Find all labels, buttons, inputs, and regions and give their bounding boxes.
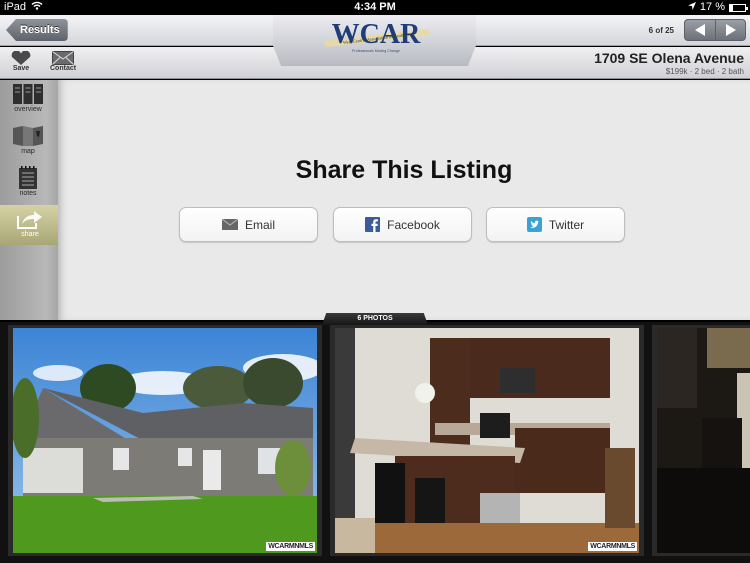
sidebar-item-share[interactable]: share <box>0 205 66 245</box>
twitter-icon <box>526 217 542 232</box>
logo-tagline: Professionals Moving Change <box>352 49 400 53</box>
share-icon <box>16 207 44 231</box>
status-bar: iPad 4:34 PM 17 % <box>0 0 750 15</box>
twitter-label: Twitter <box>548 217 585 232</box>
sidebar-label-share: share <box>21 231 39 238</box>
save-button[interactable]: Save <box>10 50 32 72</box>
battery-icon <box>729 3 748 12</box>
overview-icon <box>12 82 44 106</box>
results-back-button[interactable]: Results <box>6 19 68 41</box>
envelope-icon <box>52 50 75 65</box>
contact-button[interactable]: Contact <box>50 50 76 72</box>
photo-thumbnail[interactable]: WCARMNMLS <box>8 325 322 556</box>
sidebar: overview map notes share <box>0 80 66 320</box>
share-title: Share This Listing <box>295 156 513 184</box>
save-label: Save <box>12 65 30 72</box>
facebook-share-button[interactable]: Facebook <box>333 207 472 242</box>
battery-percent: 17 % <box>699 1 725 13</box>
photos-count-tab[interactable]: 6 PHOTOS <box>322 313 428 325</box>
notes-icon <box>18 166 38 190</box>
pager-count: 6 of 25 <box>648 25 674 35</box>
twitter-share-button[interactable]: Twitter <box>486 207 625 242</box>
photo-watermark: WCARMNMLS <box>588 542 637 551</box>
sidebar-item-notes[interactable]: notes <box>0 166 56 197</box>
next-listing-button[interactable] <box>715 20 745 40</box>
sidebar-item-overview[interactable]: overview <box>0 82 56 113</box>
listing-summary: $199k · 2 bed · 2 bath <box>665 67 744 76</box>
sidebar-label-overview: overview <box>14 106 42 113</box>
sidebar-label-map: map <box>21 148 35 155</box>
triangle-left-icon <box>695 24 705 36</box>
photo-thumbnail[interactable]: WCARMNMLS <box>330 325 644 556</box>
photo-house-exterior: WCARMNMLS <box>13 328 317 553</box>
sidebar-item-map[interactable]: map <box>0 124 56 155</box>
envelope-icon <box>221 219 238 230</box>
photo-watermark: WCARMNMLS <box>266 542 315 551</box>
wcar-logo: WCAR West Central Association of Realtor… <box>324 19 430 53</box>
listing-pager: 6 of 25 <box>649 19 746 41</box>
listing-address: 1709 SE Olena Avenue <box>594 50 744 66</box>
sidebar-label-notes: notes <box>19 190 37 197</box>
facebook-label: Facebook <box>387 217 440 232</box>
clock: 4:34 PM <box>354 1 396 13</box>
photo-dining-area <box>657 328 750 553</box>
email-share-button[interactable]: Email <box>179 207 318 242</box>
share-panel: Share This Listing Email Facebook Twitte… <box>58 80 750 320</box>
photo-thumbnail[interactable] <box>652 325 750 556</box>
contact-label: Contact <box>50 65 77 72</box>
triangle-right-icon <box>725 24 736 36</box>
facebook-icon <box>365 217 381 232</box>
heart-icon <box>10 50 32 65</box>
email-label: Email <box>244 217 275 232</box>
photo-kitchen: WCARMNMLS <box>335 328 639 553</box>
previous-listing-button[interactable] <box>685 20 715 40</box>
location-arrow-icon <box>687 0 696 15</box>
listing-header: 1709 SE Olena Avenue $199k · 2 bed · 2 b… <box>594 50 744 76</box>
map-icon <box>12 124 44 148</box>
